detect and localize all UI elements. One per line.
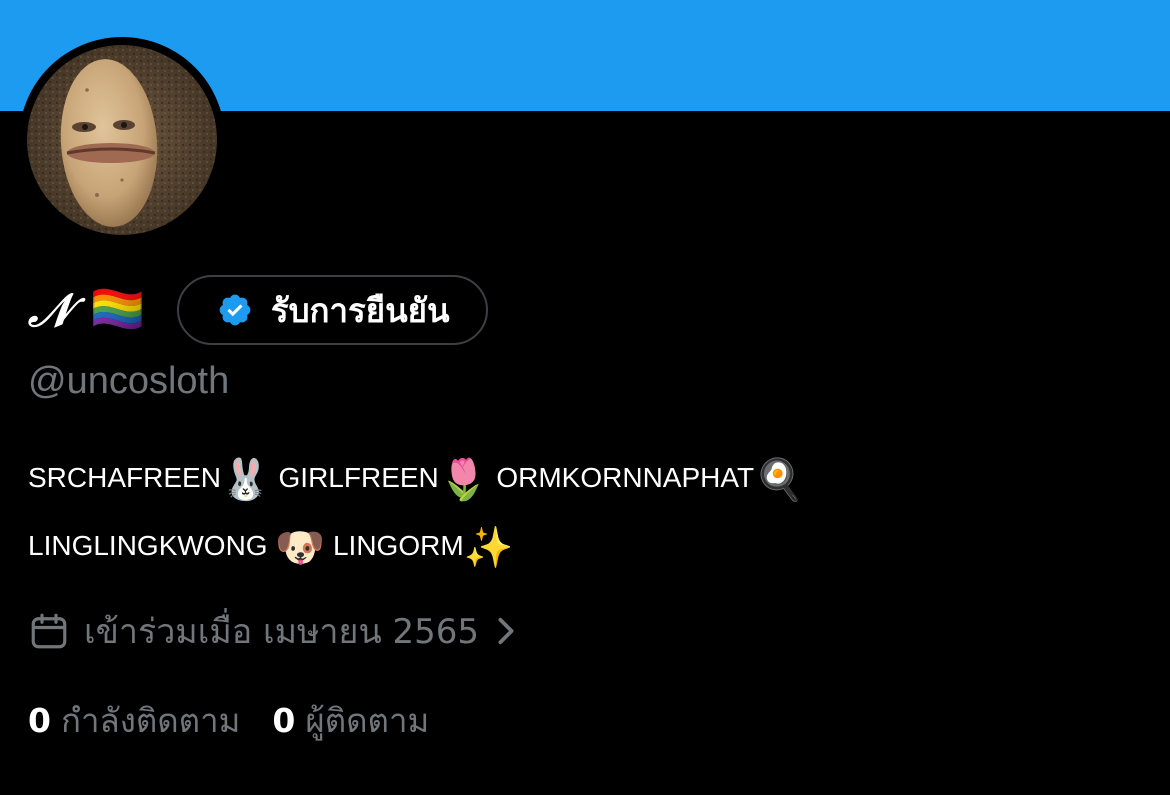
bio-text: GIRLFREEN <box>278 462 439 493</box>
calendar-icon <box>31 613 67 649</box>
bio-line-1: SRCHAFREEN🐰 GIRLFREEN🌷 ORMKORNNAPHAT🍳 <box>28 460 804 500</box>
name-row: 𝒩 🏳️‍🌈 รับการยืนยัน <box>28 275 488 345</box>
following-label: กำลังติดตาม <box>60 701 241 740</box>
bio-text: LINGLINGKWONG <box>28 530 268 561</box>
dog-emoji: 🐶 <box>275 526 326 570</box>
joined-date[interactable]: เข้าร่วมเมื่อ เมษายน 2565 <box>28 604 519 658</box>
followers-link[interactable]: 0 ผู้ติดตาม <box>272 694 429 747</box>
followers-label: ผู้ติดตาม <box>305 701 430 740</box>
get-verified-label: รับการยืนยัน <box>270 290 450 330</box>
follow-stats: 0 กำลังติดตาม 0 ผู้ติดตาม <box>28 694 429 747</box>
fried-egg-emoji: 🍳 <box>754 458 804 502</box>
potato-face-avatar <box>27 45 217 235</box>
user-handle: @uncosloth <box>28 360 230 402</box>
display-name: 𝒩 <box>28 283 73 337</box>
get-verified-button[interactable]: รับการยืนยัน <box>176 275 488 345</box>
rabbit-emoji: 🐰 <box>220 458 271 502</box>
verified-badge-icon <box>219 294 251 326</box>
sparkles-emoji: ✨ <box>463 526 514 570</box>
rainbow-flag-emoji: 🏳️‍🌈 <box>90 285 145 334</box>
following-count: 0 <box>28 701 51 740</box>
followers-count: 0 <box>272 701 296 740</box>
profile-page: 𝒩 🏳️‍🌈 รับการยืนยัน @uncosloth SRCHAFREE… <box>0 0 1170 795</box>
joined-text: เข้าร่วมเมื่อ เมษายน 2565 <box>84 612 480 652</box>
bio-line-2: LINGLINGKWONG 🐶 LINGORM✨ <box>28 528 513 568</box>
following-link[interactable]: 0 กำลังติดตาม <box>28 694 240 747</box>
bio-text: ORMKORNNAPHAT <box>496 462 755 493</box>
chevron-right-icon <box>498 617 514 645</box>
bio-text: LINGORM <box>332 530 464 561</box>
tulip-emoji: 🌷 <box>438 458 489 502</box>
bio-text: SRCHAFREEN <box>28 462 221 493</box>
avatar[interactable] <box>27 45 217 235</box>
